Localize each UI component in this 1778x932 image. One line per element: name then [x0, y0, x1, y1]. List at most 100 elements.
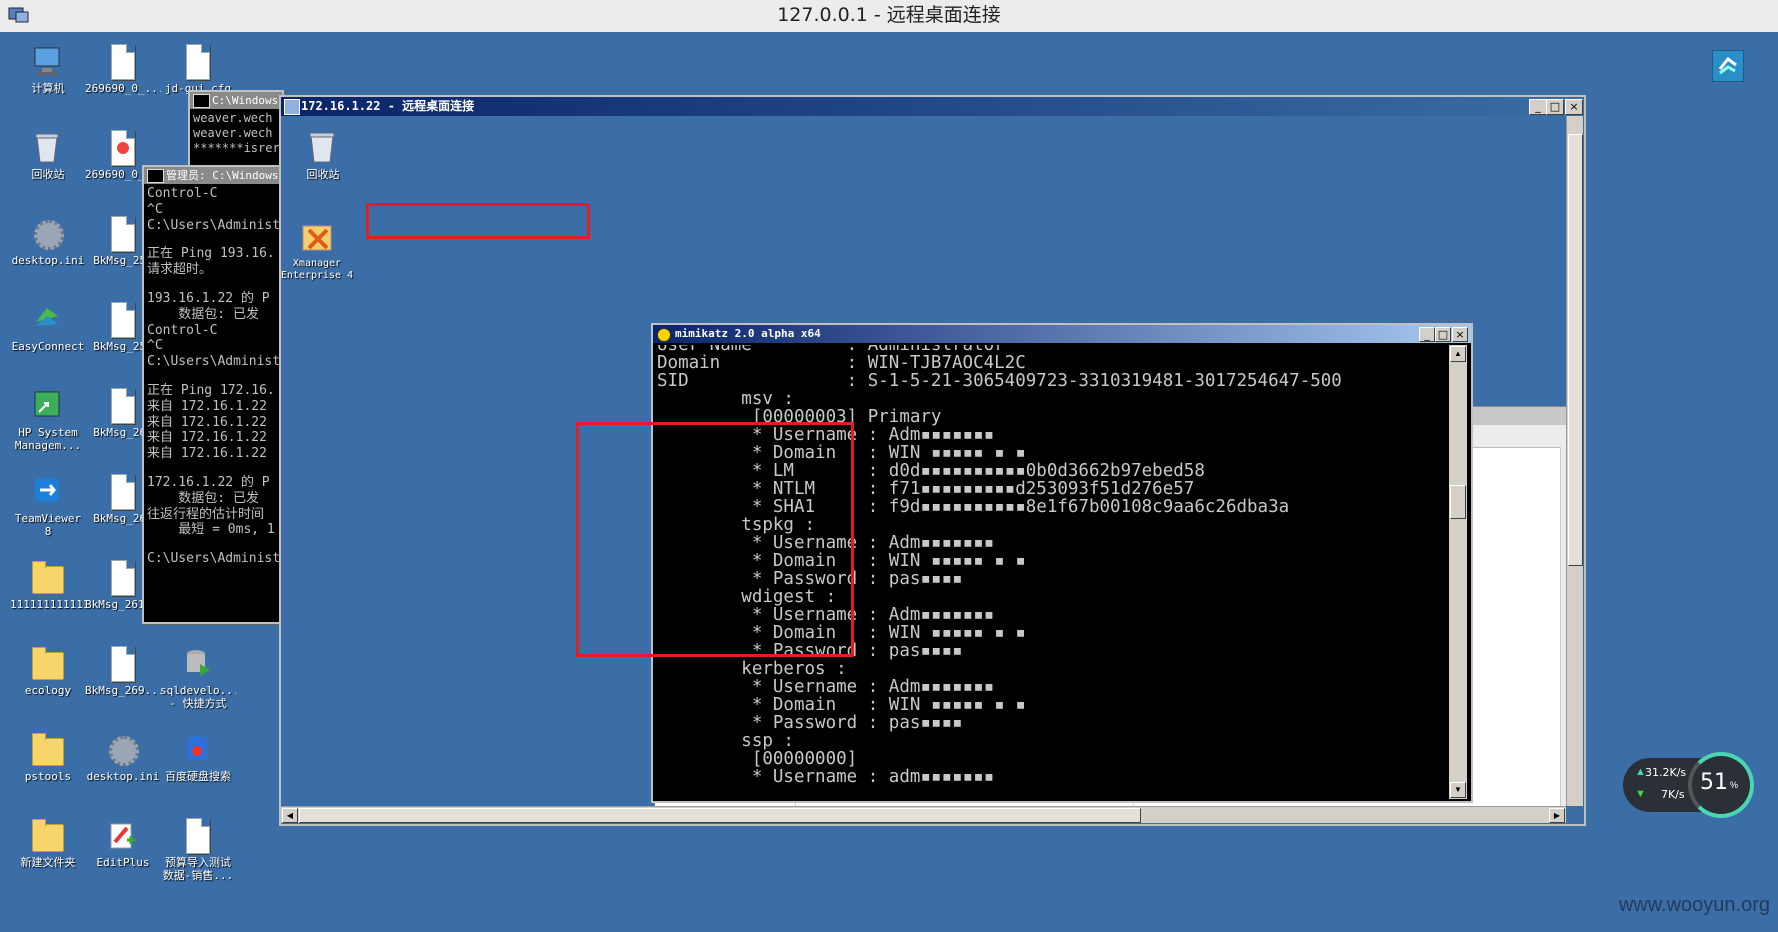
inner-vertical-scrollbar[interactable] [1566, 116, 1583, 806]
desktop-icon-16[interactable]: ecology [10, 638, 86, 718]
mimikatz-title-bar[interactable]: mimikatz 2.0 alpha x64 _ □ × [653, 325, 1471, 343]
console-line: 最短 = 0ms, 1 [147, 522, 275, 538]
gear-icon [109, 736, 139, 766]
desktop-icon-recycle-bin[interactable]: 回收站 [285, 122, 361, 202]
desktop-icon-label: 百度硬盘搜索 [165, 770, 231, 783]
desktop-icon-5[interactable]: desktop.ini [10, 208, 86, 288]
download-arrow-icon: ▼ [1635, 788, 1646, 800]
scroll-left-arrow[interactable]: ◀ [282, 808, 298, 823]
mimikatz-line: * Username : adm▪▪▪▪▪▪▪ [657, 767, 995, 787]
inner-maximize-button[interactable]: □ [1546, 99, 1564, 115]
desktop-icon-label: EditPlus [96, 856, 150, 869]
console-line: C:\Users\Administ [147, 551, 281, 567]
mimikatz-maximize-button[interactable]: □ [1435, 327, 1451, 342]
desktop-icon-label: BkMsg_269... [85, 684, 161, 697]
sqldeveloper-icon [182, 646, 212, 680]
mimikatz-line: msv : [657, 389, 794, 409]
desktop-icon-label: ecology [24, 684, 72, 697]
mimikatz-vertical-scrollbar[interactable]: ▲ ▼ [1449, 345, 1467, 799]
desktop-icon-13[interactable]: 111111111111 [10, 552, 86, 632]
mimikatz-title: mimikatz 2.0 alpha x64 [675, 327, 821, 340]
desktop-icon-0[interactable]: 计算机 [10, 36, 86, 116]
baidu-icon [182, 732, 212, 766]
console-line: 来自 172.16.1.22 [147, 398, 267, 414]
mimikatz-minimize-button[interactable]: _ [1419, 327, 1435, 342]
document-icon [111, 474, 135, 510]
highlight-credentials [576, 422, 854, 657]
cmd-front-title-bar[interactable]: 管理员: C:\Windows [144, 167, 282, 184]
scroll-thumb[interactable] [299, 808, 1141, 823]
inner-close-button[interactable]: × [1565, 99, 1583, 115]
cmd-front-title: 管理员: C:\Windows [166, 169, 279, 182]
console-line: 193.16.1.22 的 P [147, 290, 270, 306]
console-line: weaver.wech [193, 111, 273, 125]
scroll-right-arrow[interactable]: ▶ [1549, 808, 1565, 823]
highlight-mimikatz-title [366, 203, 590, 239]
cmd-window-front[interactable]: 管理员: C:\Windows Control-C ^C C:\Users\Admi… [142, 165, 284, 624]
mimikatz-line: * Password : pas▪▪▪▪ [657, 713, 963, 733]
document-icon [111, 302, 135, 338]
upload-speed: 31.2K/s [1645, 766, 1687, 779]
inner-title-bar[interactable]: 172.16.1.22 - 远程桌面连接 _ □ × [281, 97, 1584, 116]
scroll-up-arrow[interactable]: ▲ [1450, 346, 1466, 362]
console-line: Control-C [147, 186, 218, 201]
desktop-icon-7[interactable]: EasyConnect [10, 294, 86, 374]
desktop-icon-21[interactable]: 百度硬盘搜索 [160, 724, 236, 804]
folder-icon [32, 733, 64, 766]
cpu-usage-gauge[interactable]: 51 % [1688, 752, 1754, 818]
cmd-icon [147, 169, 164, 183]
document-icon [111, 388, 135, 424]
desktop-icon-label: EasyConnect [11, 340, 85, 353]
mimikatz-line: * Domain : WIN ▪▪▪▪▪ ▪ ▪ [657, 695, 1026, 715]
document-icon [111, 44, 135, 80]
desktop-icon-label: desktop.ini [86, 770, 160, 783]
desktop-icon-17[interactable]: BkMsg_269... [85, 638, 161, 718]
desktop-icon-20[interactable]: desktop.ini [85, 724, 161, 804]
desktop-icon-18[interactable]: sqldevelo... - 快捷方式 [160, 638, 236, 718]
image-icon [111, 130, 135, 166]
desktop-icon-xmanager[interactable]: Xmanager Enterprise 4 [281, 212, 355, 292]
inner-horizontal-scrollbar[interactable]: ◀ ▶ [281, 806, 1566, 823]
console-line: 往返行程的估计时间 [147, 506, 265, 522]
console-line: 数据包: 已发 [147, 306, 259, 322]
inner-minimize-button[interactable]: _ [1529, 99, 1547, 115]
gear-icon [34, 220, 64, 250]
desktop-icon-label: desktop.ini [11, 254, 85, 267]
desktop-icon-22[interactable]: 新建文件夹 [10, 810, 86, 890]
scroll-down-arrow[interactable]: ▼ [1450, 782, 1466, 798]
desktop-icon-23[interactable]: EditPlus [85, 810, 161, 890]
cmd-icon [193, 94, 210, 108]
console-line: 正在 Ping 193.16. [147, 246, 275, 262]
desktop-icon-9[interactable]: HP System Managem... [10, 380, 86, 460]
easyconnect-icon [32, 302, 62, 336]
tray-sync-icon[interactable] [1712, 50, 1744, 82]
cmd-back-title-bar[interactable]: C:\Windows [190, 92, 282, 109]
teamviewer-icon [32, 474, 62, 508]
document-icon [111, 560, 135, 596]
desktop-icon-1[interactable]: 269690_0_... [85, 36, 161, 116]
console-line: ^C [147, 201, 163, 217]
computer-icon [32, 44, 62, 78]
desktop-icon-label: 计算机 [31, 82, 65, 95]
mimikatz-line: kerberos : [657, 659, 847, 679]
scroll-thumb[interactable] [1450, 485, 1466, 519]
desktop-icon-19[interactable]: pstools [10, 724, 86, 804]
desktop-icon-11[interactable]: TeamViewer 8 [10, 466, 86, 546]
scroll-thumb[interactable] [1568, 134, 1583, 566]
desktop-icon-3[interactable]: 回收站 [10, 122, 86, 202]
desktop-icon-label: HP System Managem... [14, 426, 82, 452]
inner-window-title: 172.16.1.22 - 远程桌面连接 [301, 99, 475, 113]
mimikatz-close-button[interactable]: × [1452, 327, 1468, 342]
mimikatz-line: SID : S-1-5-21-3065409723-3310319481-301… [657, 371, 1342, 391]
desktop-icon-label: Xmanager Enterprise 4 [281, 258, 354, 281]
console-line: weaver.wech [193, 126, 273, 140]
mimikatz-line: [00000000] [657, 749, 858, 769]
desktop-icon-label: TeamViewer 8 [14, 512, 82, 538]
desktop-icon-24[interactable]: 预算导入测试 数据-销售... [160, 810, 236, 890]
console-line: *******isrer [193, 141, 280, 155]
window-title: 127.0.0.1 - 远程桌面连接 [777, 4, 1001, 26]
recycle-bin-icon [32, 130, 62, 164]
console-line: C:\Users\Administ [147, 354, 281, 370]
